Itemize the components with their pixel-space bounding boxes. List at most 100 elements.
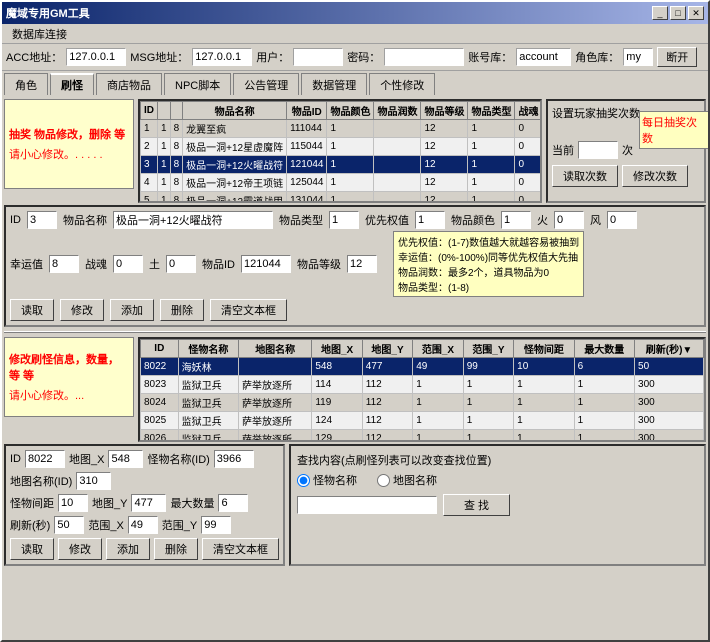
- monster-table-scroll[interactable]: ID 怪物名称 地图名称 地图_X 地图_Y 范围_X 范围_Y 怪物间距 最大…: [140, 339, 704, 440]
- item-name-field[interactable]: [113, 211, 273, 229]
- mrangey-field[interactable]: [201, 516, 231, 534]
- radio-map-text: 地图名称: [393, 472, 437, 488]
- menu-database[interactable]: 数据库连接: [6, 25, 73, 43]
- connect-button[interactable]: 断开: [657, 47, 697, 67]
- items-table-container: ID 物品名称 物品ID 物品颜色 物品润数 物品等级 物品类型 战魂 火: [138, 99, 542, 203]
- item-hint-box: 优先权值：(1-7)数值越大就越容易被抽到 幸运值：(0%-100%)同等优先权…: [393, 231, 584, 297]
- item-itemid-field[interactable]: [241, 255, 291, 273]
- maximize-button[interactable]: □: [670, 6, 686, 20]
- radio-map-label: 地图名称: [377, 472, 437, 488]
- lottery-modify-button[interactable]: 修改次数: [622, 165, 688, 187]
- mmonster-field[interactable]: [214, 450, 254, 468]
- acc-input[interactable]: [66, 48, 126, 66]
- fire-field[interactable]: [554, 211, 584, 229]
- wind-label: 风: [590, 212, 601, 228]
- item-form-row1: ID 物品名称 物品类型 优先权值 物品颜色 火 风: [10, 211, 700, 229]
- table-row[interactable]: 8023 监狱卫兵 萨举放逐所 114 112 1 1 1 1 300: [141, 376, 704, 394]
- item-read-button[interactable]: 读取: [10, 299, 54, 321]
- table-row[interactable]: 1 1 8 龙翼至疯 111044 1 12 1 0 0 0: [141, 120, 541, 138]
- table-row[interactable]: 8025 监狱卫兵 萨举放逐所 124 112 1 1 1 1 300: [141, 412, 704, 430]
- mform-buttons: 读取 修改 添加 删除 清空文本框: [10, 538, 279, 560]
- tab-shop[interactable]: 商店物品: [96, 73, 162, 95]
- mmapy-field[interactable]: [131, 494, 166, 512]
- tab-refresh[interactable]: 刷怪: [50, 73, 94, 95]
- warning2-line2: 请小心修改。...: [9, 387, 129, 403]
- msg-input[interactable]: [192, 48, 252, 66]
- mcol-x: 地图_X: [312, 340, 362, 358]
- monster-modify-button[interactable]: 修改: [58, 538, 102, 560]
- search-input[interactable]: [297, 496, 437, 514]
- item-type-field[interactable]: [329, 211, 359, 229]
- mid-field[interactable]: [25, 450, 65, 468]
- items-table: ID 物品名称 物品ID 物品颜色 物品润数 物品等级 物品类型 战魂 火: [140, 101, 540, 201]
- item-delete-button[interactable]: 删除: [160, 299, 204, 321]
- item-modify-button[interactable]: 修改: [60, 299, 104, 321]
- items-table-scroll[interactable]: ID 物品名称 物品ID 物品颜色 物品润数 物品等级 物品类型 战魂 火: [140, 101, 540, 201]
- col-name: 物品名称: [183, 102, 287, 120]
- mcol-dist: 怪物间距: [514, 340, 574, 358]
- mrangex-field[interactable]: [128, 516, 158, 534]
- col-itemid: 物品ID: [287, 102, 327, 120]
- radio-monster-label: 怪物名称: [297, 472, 357, 488]
- tab-npc[interactable]: NPC脚本: [164, 73, 231, 95]
- tab-announce[interactable]: 公告管理: [233, 73, 299, 95]
- lottery-current-input[interactable]: [578, 141, 618, 159]
- mdist-field[interactable]: [58, 494, 88, 512]
- mmapx-field[interactable]: [108, 450, 143, 468]
- tab-personal[interactable]: 个性修改: [369, 73, 435, 95]
- mmapy-label: 地图_Y: [92, 495, 127, 511]
- radio-map[interactable]: [377, 474, 390, 487]
- monster-clear-button[interactable]: 清空文本框: [202, 538, 279, 560]
- earth-field[interactable]: [166, 255, 196, 273]
- table-row[interactable]: 8022 海妖林 548 477 49 99 10 6 50: [141, 358, 704, 376]
- table-row[interactable]: 4 1 8 极品一洞+12帝王项链 125044 1 12 1 0 0 0: [141, 174, 541, 192]
- table-row[interactable]: 2 1 8 极品一洞+12星虚魔阵 115044 1 12 1 0 0 0: [141, 138, 541, 156]
- mmax-field[interactable]: [218, 494, 248, 512]
- luck-field[interactable]: [49, 255, 79, 273]
- mmax-label: 最大数量: [170, 495, 214, 511]
- color-field[interactable]: [501, 211, 531, 229]
- mmonster-label: 怪物名称(ID): [147, 451, 209, 467]
- table-row[interactable]: 8026 监狱卫兵 萨举放逐所 129 112 1 1 1 1 300: [141, 430, 704, 441]
- mmapname-field[interactable]: [76, 472, 111, 490]
- search-button[interactable]: 查 找: [443, 494, 510, 516]
- monster-add-button[interactable]: 添加: [106, 538, 150, 560]
- fire-label: 火: [537, 212, 548, 228]
- table-row[interactable]: 8024 监狱卫兵 萨举放逐所 119 112 1 1 1 1 300: [141, 394, 704, 412]
- mform-row2: 怪物间距 地图_Y 最大数量: [10, 494, 279, 512]
- grade-field[interactable]: [347, 255, 377, 273]
- table-row[interactable]: 5 1 8 极品一洞+12霸道战甲 131044 1 12 1 0 0 0: [141, 192, 541, 202]
- db-input[interactable]: [516, 48, 571, 66]
- top-section: 抽奖 物品修改，删除 等 请小心修改。. . . . . ID 物品名称 物品I: [4, 99, 706, 203]
- priority-field[interactable]: [415, 211, 445, 229]
- soul-field[interactable]: [113, 255, 143, 273]
- bottom-top-section: 修改刷怪信息，数量，等 等 请小心修改。... ID 怪物名称 地图名称 地图_…: [4, 337, 706, 442]
- radio-monster[interactable]: [297, 474, 310, 487]
- monster-detail-panel: ID 地图_X 怪物名称(ID) 地图名称(ID) 怪物间距 地图_Y: [4, 444, 285, 566]
- role-input[interactable]: [623, 48, 653, 66]
- table-row[interactable]: 3 1 8 极品一洞+12火曜战符 121044 1 12 1 0 0 0: [141, 156, 541, 174]
- mcol-name: 怪物名称: [178, 340, 238, 358]
- col-c2: [170, 102, 183, 120]
- item-add-button[interactable]: 添加: [110, 299, 154, 321]
- mrefresh-field[interactable]: [54, 516, 84, 534]
- col-color: 物品颜色: [327, 102, 374, 120]
- minimize-button[interactable]: _: [652, 6, 668, 20]
- item-clear-button[interactable]: 清空文本框: [210, 299, 287, 321]
- user-input[interactable]: [293, 48, 343, 66]
- pwd-label: 密码：: [347, 49, 380, 65]
- mmapname-label: 地图名称(ID): [10, 473, 72, 489]
- monster-table: ID 怪物名称 地图名称 地图_X 地图_Y 范围_X 范围_Y 怪物间距 最大…: [140, 339, 704, 440]
- col-soul: 战魂: [515, 102, 540, 120]
- pwd-input[interactable]: [384, 48, 464, 66]
- mcol-max: 最大数量: [574, 340, 634, 358]
- monster-delete-button[interactable]: 删除: [154, 538, 198, 560]
- item-id-field[interactable]: [27, 211, 57, 229]
- tab-data[interactable]: 数据管理: [301, 73, 367, 95]
- close-button[interactable]: ✕: [688, 6, 704, 20]
- tab-role[interactable]: 角色: [4, 73, 48, 95]
- separator1: [4, 331, 706, 333]
- monster-read-button[interactable]: 读取: [10, 538, 54, 560]
- lottery-read-button[interactable]: 读取次数: [552, 165, 618, 187]
- wind-field[interactable]: [607, 211, 637, 229]
